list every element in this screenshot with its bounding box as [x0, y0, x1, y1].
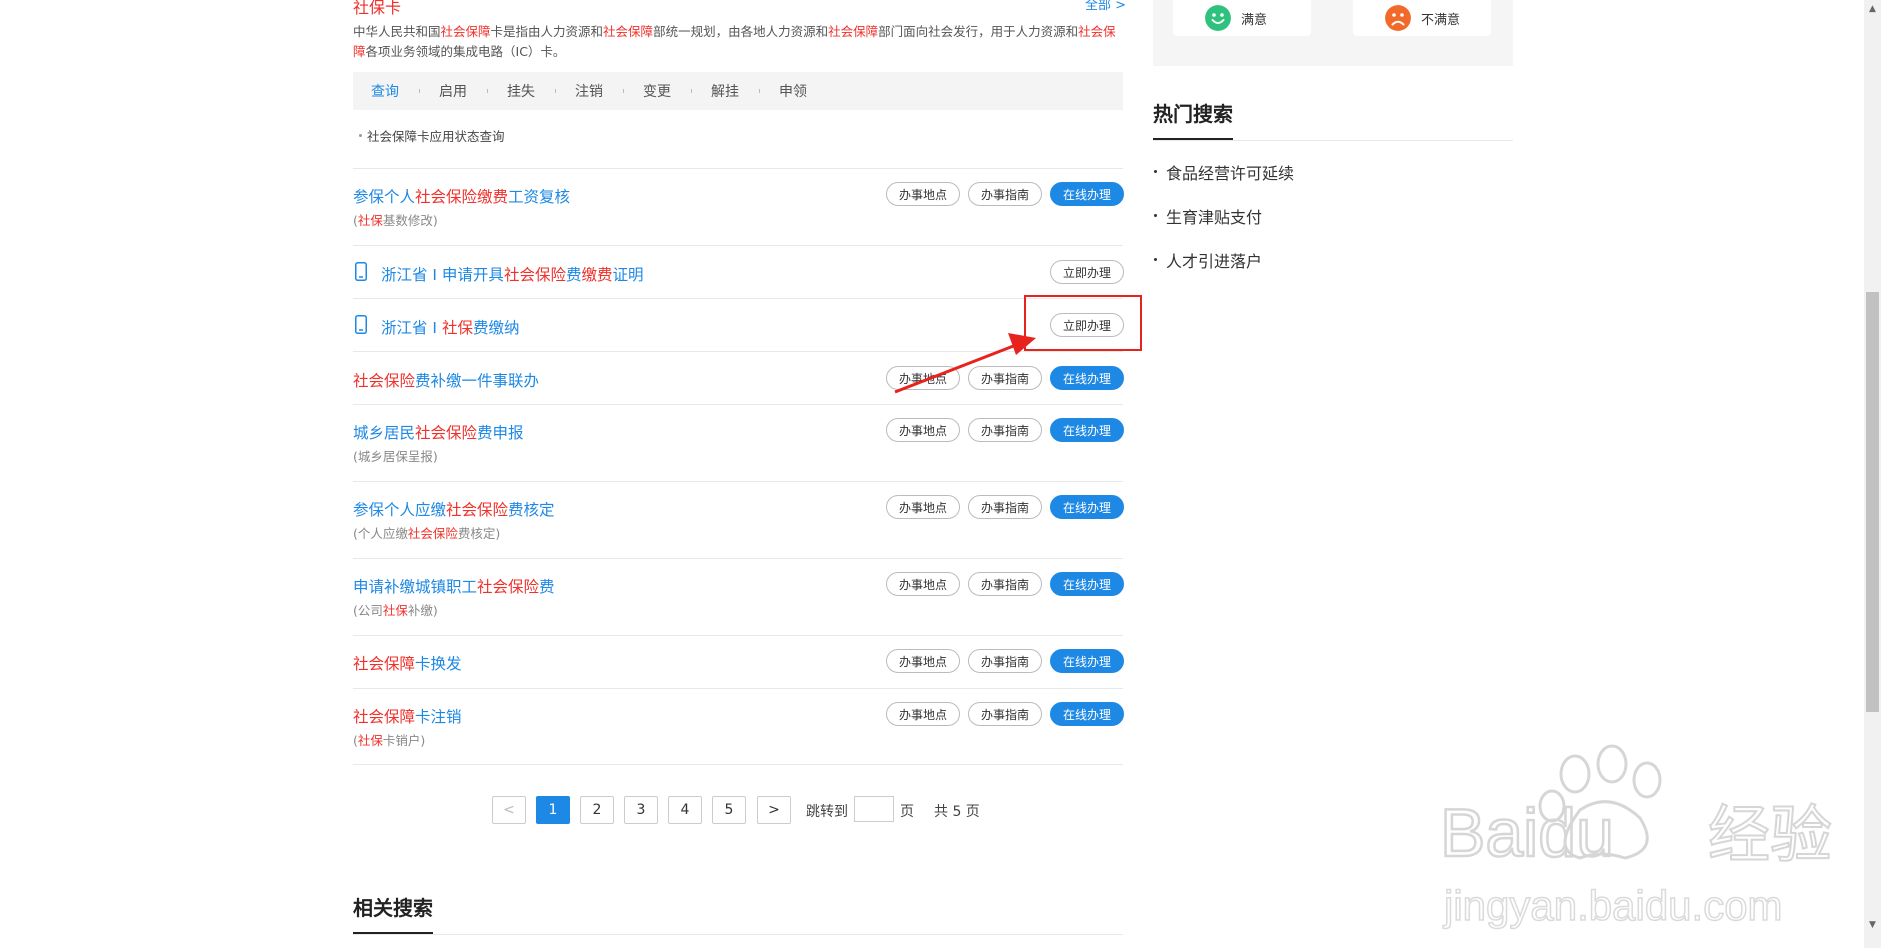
location-button[interactable]: 办事地点	[886, 649, 960, 673]
divider	[353, 934, 1123, 935]
tab-report-loss[interactable]: 挂失	[487, 81, 555, 101]
scrollbar-thumb[interactable]	[1866, 292, 1879, 712]
hot-search-item[interactable]: 生育津贴支付	[1153, 204, 1262, 228]
divider	[353, 168, 1123, 169]
location-button[interactable]: 办事地点	[886, 572, 960, 596]
satisfied-label: 满意	[1241, 12, 1268, 28]
divider	[353, 635, 1123, 636]
mobile-icon	[355, 262, 367, 281]
guide-button[interactable]: 办事指南	[968, 182, 1042, 206]
location-button[interactable]: 办事地点	[886, 495, 960, 519]
page-button-4[interactable]: 4	[668, 796, 702, 824]
card-more-link[interactable]: 全部 >	[1085, 0, 1126, 13]
service-title[interactable]: 申请补缴城镇职工社会保险费	[353, 575, 555, 597]
card-title[interactable]: 社保卡	[353, 0, 401, 18]
card-description: 中华人民共和国社会保障卡是指由人力资源和社会保障部统一规划，由各地人力资源和社会…	[353, 24, 1116, 59]
service-subtitle: (城乡居保呈报)	[353, 449, 438, 464]
service-subtitle: (社保基数修改)	[353, 213, 438, 228]
online-handle-button[interactable]: 在线办理	[1050, 182, 1124, 206]
page-unit-label: 页	[900, 804, 914, 820]
service-title[interactable]: 社会保障卡注销	[353, 705, 462, 727]
divider	[353, 481, 1123, 482]
jump-label: 跳转到	[806, 804, 848, 820]
related-search-title: 相关搜索	[353, 896, 433, 920]
online-handle-button[interactable]: 在线办理	[1050, 366, 1124, 390]
tab-enable[interactable]: 启用	[419, 81, 487, 101]
highlight-box	[1024, 295, 1142, 351]
divider	[353, 245, 1123, 246]
divider	[353, 558, 1123, 559]
location-button[interactable]: 办事地点	[886, 182, 960, 206]
card-tabs: 查询 启用 挂失 注销 变更 解挂 申领	[353, 72, 1123, 110]
scroll-up-arrow-icon[interactable]: ▲	[1866, 2, 1879, 16]
divider	[353, 298, 1123, 299]
page-button-2[interactable]: 2	[580, 796, 614, 824]
baidu-jingyan-watermark: Baidu 经验 jingyan.baidu.com	[1440, 744, 1833, 930]
location-button[interactable]: 办事地点	[886, 702, 960, 726]
feedback-panel: 满意 不满意	[1153, 0, 1513, 66]
hot-search-item[interactable]: 食品经营许可延续	[1153, 160, 1294, 184]
page-jump-input[interactable]	[854, 796, 894, 822]
dissatisfied-label: 不满意	[1421, 12, 1461, 28]
location-button[interactable]: 办事地点	[886, 418, 960, 442]
divider	[353, 764, 1123, 765]
frown-icon	[1385, 5, 1411, 31]
online-handle-button[interactable]: 在线办理	[1050, 495, 1124, 519]
divider	[1153, 140, 1513, 141]
page-button-1[interactable]: 1	[536, 796, 570, 824]
hot-search-title: 热门搜索	[1153, 102, 1233, 126]
service-subtitle: (社保卡销户)	[353, 733, 426, 748]
card-status-query-link[interactable]: 社会保障卡应用状态查询	[359, 126, 505, 145]
satisfied-button[interactable]: 满意	[1173, 0, 1311, 36]
guide-button[interactable]: 办事指南	[968, 366, 1042, 390]
page-button-5[interactable]: 5	[712, 796, 746, 824]
watermark-brand: Baidu	[1440, 795, 1614, 871]
online-handle-button[interactable]: 在线办理	[1050, 649, 1124, 673]
tab-cancel[interactable]: 注销	[555, 81, 623, 101]
divider	[353, 351, 1123, 352]
watermark-url: jingyan.baidu.com	[1442, 882, 1783, 929]
service-title[interactable]: 浙江省 I 申请开具社会保险费缴费证明	[381, 263, 644, 285]
handle-now-button[interactable]: 立即办理	[1050, 260, 1124, 284]
tab-query[interactable]: 查询	[353, 81, 419, 101]
tab-unfreeze[interactable]: 解挂	[691, 81, 759, 101]
location-button[interactable]: 办事地点	[886, 366, 960, 390]
hot-search-item[interactable]: 人才引进落户	[1153, 248, 1262, 272]
service-title[interactable]: 参保个人社会保险缴费工资复核	[353, 185, 570, 207]
guide-button[interactable]: 办事指南	[968, 495, 1042, 519]
service-title[interactable]: 社会保障卡换发	[353, 652, 462, 674]
service-title[interactable]: 参保个人应缴社会保险费核定	[353, 498, 555, 520]
scroll-down-arrow-icon[interactable]: ▼	[1866, 918, 1879, 932]
service-title[interactable]: 社会保险费补缴一件事联办	[353, 369, 539, 391]
online-handle-button[interactable]: 在线办理	[1050, 572, 1124, 596]
smile-icon	[1205, 5, 1231, 31]
service-subtitle: (公司社保补缴)	[353, 603, 438, 618]
page-button-3[interactable]: 3	[624, 796, 658, 824]
online-handle-button[interactable]: 在线办理	[1050, 702, 1124, 726]
dissatisfied-button[interactable]: 不满意	[1353, 0, 1491, 36]
guide-button[interactable]: 办事指南	[968, 702, 1042, 726]
service-title[interactable]: 浙江省 I 社保费缴纳	[381, 316, 519, 338]
total-pages-label: 共 5 页	[934, 804, 980, 820]
guide-button[interactable]: 办事指南	[968, 649, 1042, 673]
online-handle-button[interactable]: 在线办理	[1050, 418, 1124, 442]
tab-apply[interactable]: 申领	[759, 81, 827, 101]
tab-change[interactable]: 变更	[623, 81, 691, 101]
service-title[interactable]: 城乡居民社会保险费申报	[353, 421, 524, 443]
guide-button[interactable]: 办事指南	[968, 572, 1042, 596]
watermark-product: 经验	[1708, 798, 1832, 871]
mobile-icon	[355, 315, 367, 334]
divider	[353, 688, 1123, 689]
guide-button[interactable]: 办事指南	[968, 418, 1042, 442]
divider	[353, 404, 1123, 405]
prev-page-button[interactable]: <	[492, 796, 526, 824]
next-page-button[interactable]: >	[757, 796, 791, 824]
service-subtitle: (个人应缴社会保险费核定)	[353, 526, 501, 541]
